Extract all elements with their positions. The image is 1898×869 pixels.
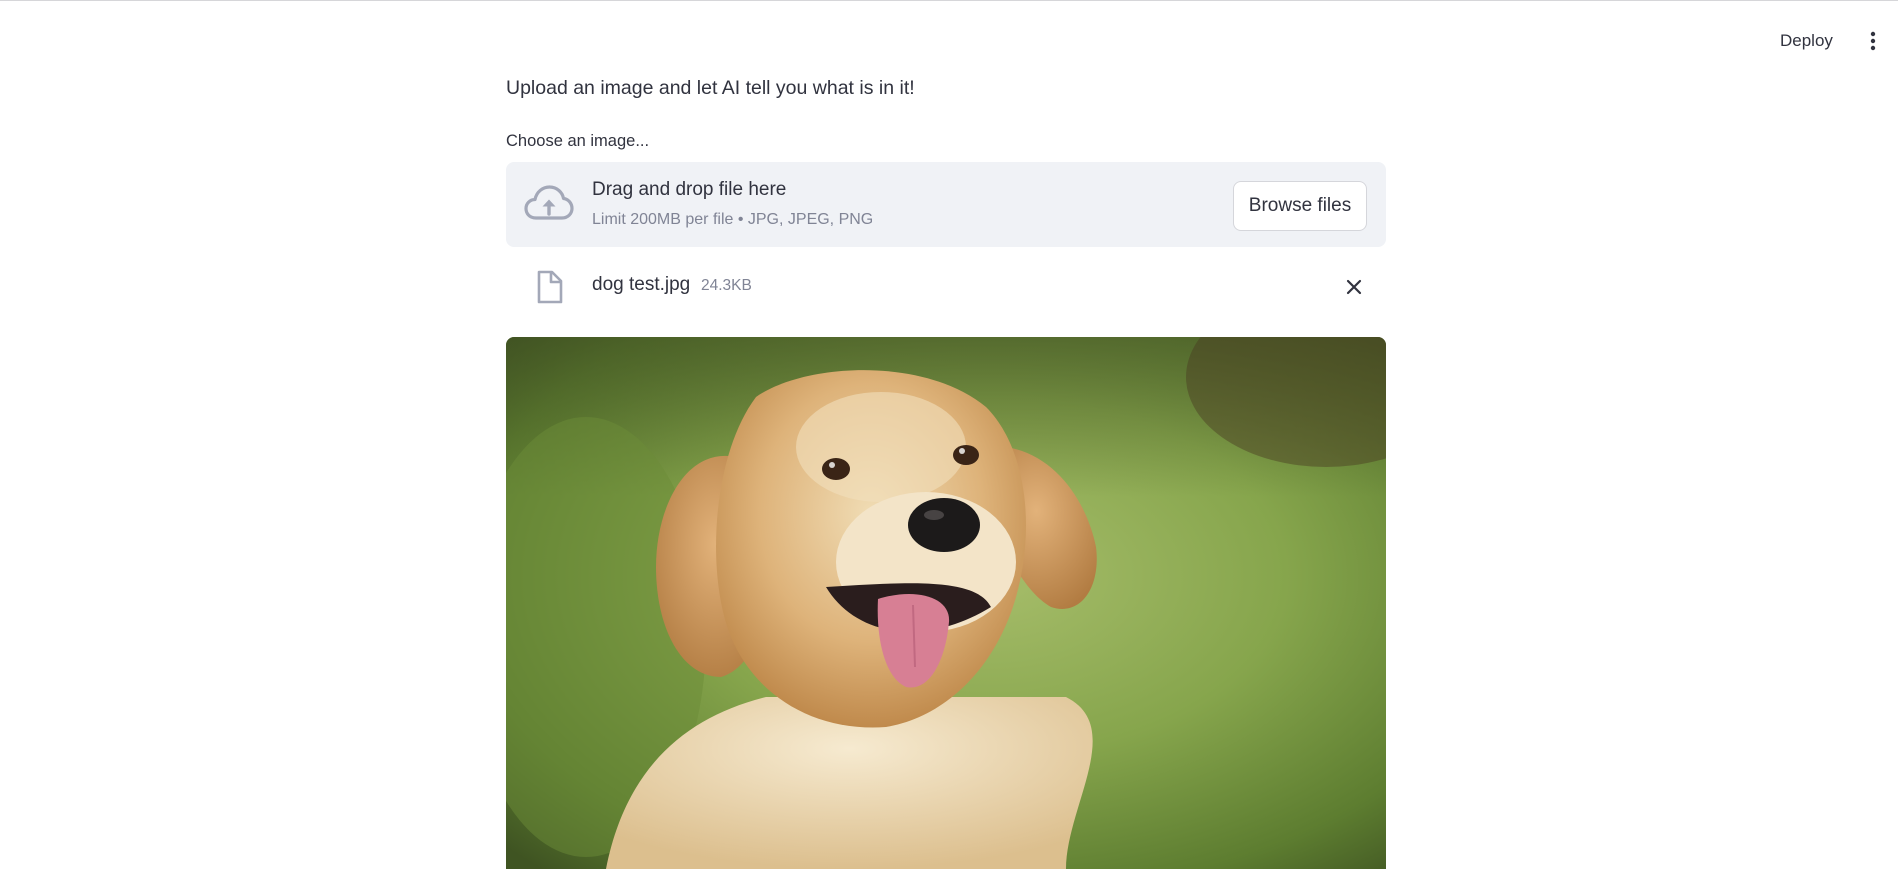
- dropzone-limits: Limit 200MB per file • JPG, JPEG, PNG: [592, 211, 874, 228]
- dropzone-title: Drag and drop file here: [592, 179, 787, 200]
- intro-text: Upload an image and let AI tell you what…: [506, 77, 915, 99]
- vertical-ellipsis-icon: [1870, 31, 1876, 51]
- uploaded-image: [506, 337, 1386, 869]
- app-header: Deploy: [0, 1, 1898, 79]
- browse-files-button[interactable]: Browse files: [1233, 181, 1367, 231]
- cloud-upload-icon: [524, 185, 574, 220]
- uploaded-file-size: 24.3KB: [701, 277, 752, 294]
- uploaded-file-row: dog test.jpg 24.3KB: [506, 262, 1386, 312]
- dog-photo: [506, 337, 1386, 869]
- close-icon: [1346, 279, 1362, 295]
- uploaded-file-name: dog test.jpg: [592, 274, 691, 295]
- uploader-label: Choose an image...: [506, 132, 650, 150]
- deploy-button[interactable]: Deploy: [1772, 27, 1841, 55]
- main-menu-button[interactable]: [1860, 27, 1886, 55]
- remove-file-button[interactable]: [1342, 274, 1366, 300]
- file-dropzone[interactable]: Drag and drop file here Limit 200MB per …: [506, 162, 1386, 247]
- file-icon: [537, 270, 563, 304]
